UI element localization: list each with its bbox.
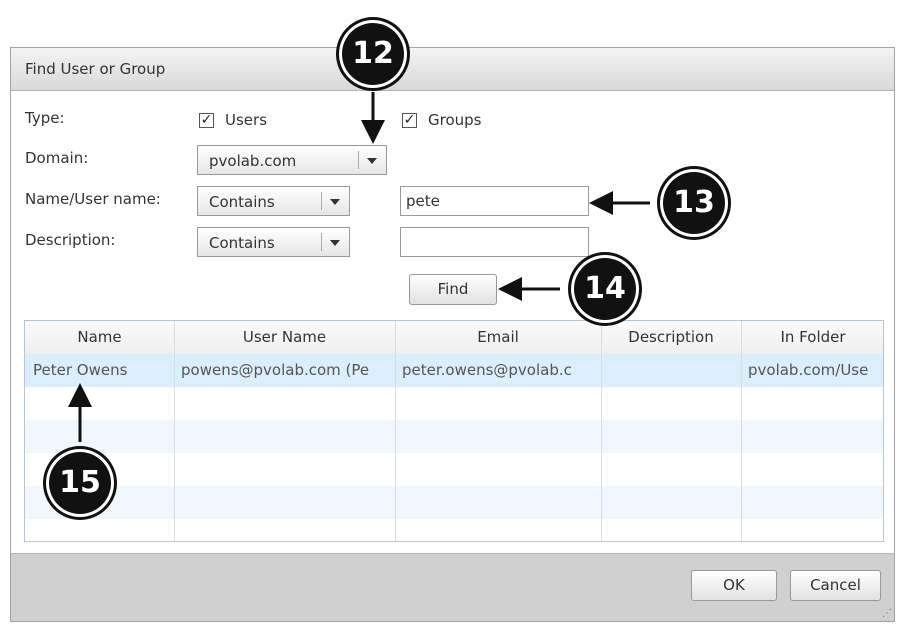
empty-row (25, 453, 883, 486)
ok-button[interactable]: OK (691, 570, 777, 601)
empty-row (25, 387, 883, 420)
find-button[interactable]: Find (409, 274, 497, 305)
table-row[interactable]: Peter Owens powens@pvolab.com (Pe peter.… (25, 354, 883, 387)
select-divider (321, 233, 322, 251)
column-header-user-name[interactable]: User Name (174, 328, 395, 346)
type-label: Type: (25, 109, 65, 127)
callout-13: 13 (663, 172, 725, 234)
select-divider (358, 151, 359, 169)
users-label: Users (225, 111, 268, 129)
chevron-down-icon[interactable] (330, 240, 340, 246)
callout-15: 15 (49, 452, 111, 514)
column-header-in-folder[interactable]: In Folder (741, 328, 883, 346)
dialog-title: Find User or Group (25, 60, 166, 78)
name-label: Name/User name: (25, 190, 161, 208)
description-match-select[interactable]: Contains (197, 227, 350, 257)
chevron-down-icon[interactable] (330, 199, 340, 205)
name-match-value: Contains (209, 193, 275, 211)
column-divider (395, 321, 396, 541)
cancel-button[interactable]: Cancel (790, 570, 881, 601)
dialog-titlebar[interactable]: Find User or Group (11, 48, 894, 91)
cell-name: Peter Owens (33, 361, 128, 379)
empty-row (25, 519, 883, 541)
dialog-footer: OK Cancel ⋰ (11, 553, 894, 621)
name-match-select[interactable]: Contains (197, 186, 350, 216)
results-grid: Name User Name Email Description In Fold… (24, 320, 884, 542)
grid-header: Name User Name Email Description In Fold… (25, 321, 883, 355)
description-input[interactable] (400, 227, 589, 257)
users-checkbox[interactable]: ✓ (199, 113, 214, 128)
select-divider (321, 192, 322, 210)
callout-14: 14 (574, 258, 636, 320)
empty-row (25, 486, 883, 519)
empty-row (25, 420, 883, 453)
groups-checkbox[interactable]: ✓ (402, 113, 417, 128)
resize-grip-icon[interactable]: ⋰ (882, 608, 892, 619)
cell-email: peter.owens@pvolab.c (402, 361, 572, 379)
domain-label: Domain: (25, 149, 89, 167)
column-header-email[interactable]: Email (395, 328, 601, 346)
cell-user-name: powens@pvolab.com (Pe (181, 361, 370, 379)
column-header-description[interactable]: Description (601, 328, 741, 346)
description-match-value: Contains (209, 234, 275, 252)
domain-select-value: pvolab.com (209, 152, 297, 170)
column-header-name[interactable]: Name (25, 328, 174, 346)
column-divider (741, 321, 742, 541)
column-divider (174, 321, 175, 541)
name-input[interactable] (400, 186, 589, 216)
callout-12: 12 (342, 23, 404, 85)
find-user-group-dialog: Find User or Group Type: ✓ Users ✓ Group… (10, 47, 895, 622)
groups-label: Groups (428, 111, 482, 129)
column-divider (601, 321, 602, 541)
domain-select[interactable]: pvolab.com (197, 145, 387, 175)
cell-in-folder: pvolab.com/Use (748, 361, 869, 379)
description-label: Description: (25, 231, 116, 249)
chevron-down-icon[interactable] (367, 158, 377, 164)
